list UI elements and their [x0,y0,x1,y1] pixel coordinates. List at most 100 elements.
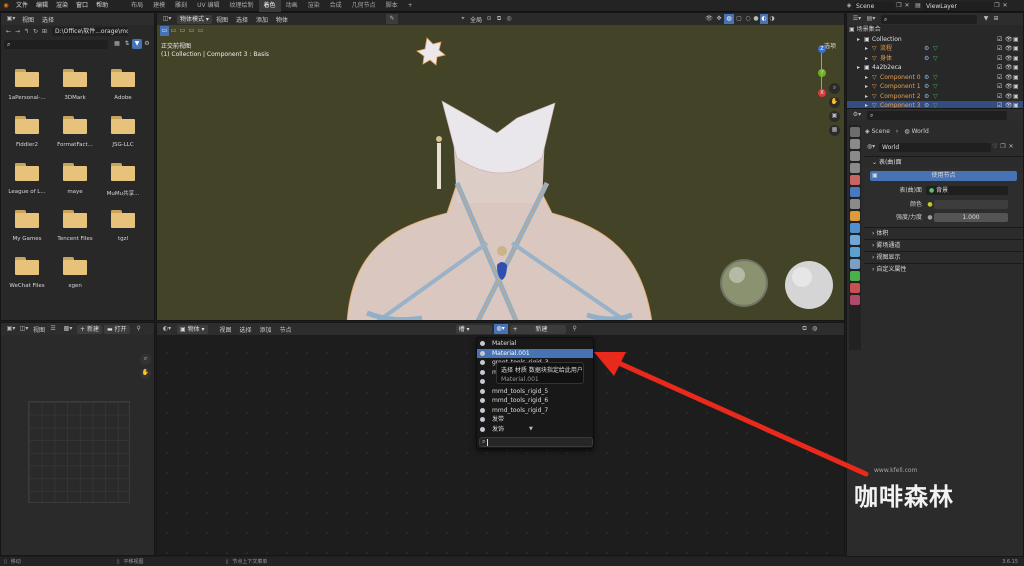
editor-type-icon[interactable]: ⚙▾ [850,110,864,120]
back-arrow-icon[interactable]: ← [4,27,13,37]
material-search-input[interactable]: ⌕ [479,437,593,447]
world-name-field[interactable]: World [879,142,991,152]
forward-arrow-icon[interactable]: → [13,27,22,37]
editor-type-icon[interactable]: ◐▾ [160,324,174,334]
eye-icon[interactable]: 👁 [1005,82,1013,92]
pin-icon[interactable]: ⚲ [570,324,580,334]
tab-texture-paint[interactable]: 纹理绘制 [225,0,259,12]
shader-type-selector[interactable]: ▣ 物体 ▾ [177,324,208,334]
slot-selector[interactable]: 槽 ▾ [455,324,492,334]
material-list-item[interactable]: Material [477,339,593,349]
close-icon[interactable]: ✕ [903,1,911,11]
expand-chevron-icon[interactable]: ▸ [865,44,872,54]
search-input[interactable]: ⌕ [4,39,108,49]
scene-collection-row[interactable]: ▣ 场景集合 [847,25,1023,35]
folder-item[interactable]: Tencent Files [49,210,101,242]
eye-icon[interactable]: 👁 [1005,35,1013,45]
menu-edit[interactable]: 编辑 [32,0,52,12]
refresh-icon[interactable]: ↻ [31,27,40,37]
eye-icon[interactable]: 👁 [1005,54,1013,64]
collection-tab-icon[interactable] [850,199,860,209]
editor-type-icon[interactable]: ▣▾ [4,324,18,334]
fake-user-icon[interactable]: ♡ [991,142,999,152]
copy-icon[interactable]: ❐ [895,1,903,11]
menu-file[interactable]: 文件 [12,0,32,12]
zoom-icon[interactable]: ⌕ [140,354,151,365]
camera-icon[interactable]: ▣ [1013,63,1021,73]
tab-scripting[interactable]: 脚本 [381,0,403,12]
material-list-item[interactable]: mmd_tools_rigid_6 [477,396,593,406]
outliner-row[interactable]: ▸ ▣ Collection ☑ 👁 ▣ [847,35,1023,45]
display-mode-icon[interactable]: ▦ [112,39,122,49]
property-section-header[interactable]: › 自定义属性 [864,263,1023,275]
world-icon[interactable]: ◍▾ [865,142,877,152]
material-list-item[interactable]: mmd_tools_rigid_7 [477,406,593,416]
new-folder-icon[interactable]: ⊞ [40,27,49,37]
color-socket-icon[interactable]: ● [926,200,934,210]
material-list-item[interactable]: 发带 [477,415,593,425]
pin-icon[interactable]: ⚲ [134,324,144,334]
pan-hand-icon[interactable]: ✋ [140,368,151,379]
expand-chevron-icon[interactable]: ▸ [857,63,864,73]
surface-shader-field[interactable]: ● 背景 [926,186,1008,195]
outliner-row[interactable]: ▸ ▣ 4a2b2eca ☑ 👁 ▣ [847,63,1023,73]
camera-icon[interactable]: ▣ [1013,54,1021,64]
outliner-row[interactable]: ▸ ▽ Component 2 ⚙ ▽ ☑ 👁 ▣ [847,92,1023,102]
world-tab-icon[interactable] [850,187,860,197]
modifier-tab-icon[interactable] [850,223,860,233]
constraint-tab-icon[interactable] [850,259,860,269]
surface-section-header[interactable]: ⌄ 表(曲)面 [864,156,1023,168]
outliner-row[interactable]: ▸ ▽ 身体 ⚙ ▽ ☑ 👁 ▣ [847,54,1023,64]
menu-view[interactable]: 视图 [216,325,236,334]
eye-icon[interactable]: 👁 [1005,92,1013,102]
folder-item[interactable]: My Games [1,210,53,242]
folder-item[interactable]: 1aPersonal-... [1,69,53,101]
checkbox-icon[interactable]: ☑ [997,35,1005,45]
parent-directory-icon[interactable]: ↰ [22,27,31,37]
expand-chevron-icon[interactable]: ▸ [865,73,872,83]
use-nodes-button[interactable]: ▣ 使用节点 [870,171,1017,181]
scroll-down-icon[interactable]: ▼ [529,426,533,432]
menu-icon[interactable]: ☰ [48,324,58,334]
tab-modeling[interactable]: 建模 [148,0,170,12]
expand-chevron-icon[interactable]: ▸ [857,35,864,45]
color-swatch[interactable] [934,200,1008,209]
eye-icon[interactable]: 👁 [1005,73,1013,83]
add-workspace-button[interactable]: + [403,0,418,12]
tab-animation[interactable]: 动画 [281,0,303,12]
folder-item[interactable]: Adobe [97,69,149,101]
value-socket-icon[interactable]: ● [926,213,934,223]
filter-icon[interactable]: ▼ [981,14,991,24]
close-icon[interactable]: ✕ [1007,142,1015,152]
new-collection-icon[interactable]: ⊞ [991,14,1001,24]
material-list-item[interactable]: 发饰 [477,425,593,435]
scene-selector[interactable]: Scene [853,1,895,11]
snap-icon[interactable]: ⧉ [800,324,810,334]
new-image-button[interactable]: + 新建 [77,324,102,334]
camera-icon[interactable]: ▣ [1013,82,1021,92]
eye-icon[interactable]: 👁 [1005,63,1013,73]
copy-icon[interactable]: ❐ [999,142,1007,152]
properties-search[interactable]: ⌕ [867,110,1007,120]
expand-chevron-icon[interactable]: ▸ [865,54,872,64]
open-image-button[interactable]: ▬ 打开 [103,324,130,334]
tab-layout[interactable]: 布局 [126,0,148,12]
new-material-button[interactable]: + 新建 [509,324,566,334]
data-tab-icon[interactable] [850,271,860,281]
menu-render[interactable]: 渲染 [52,0,72,12]
checkbox-icon[interactable]: ☑ [997,54,1005,64]
folder-item[interactable]: 3DMark [49,69,101,101]
property-section-header[interactable]: › 雾场通道 [864,239,1023,251]
tool-tab-icon[interactable] [850,127,860,137]
particles-tab-icon[interactable] [850,235,860,245]
eye-icon[interactable]: 👁 [1005,44,1013,54]
copy-icon[interactable]: ❐ [993,1,1001,11]
camera-icon[interactable]: ▣ [1013,92,1021,102]
folder-item[interactable]: MuMu共享... [97,163,149,197]
texture-tab-icon[interactable] [850,295,860,305]
sort-icon[interactable]: ⇅ [122,39,132,49]
editor-type-icon[interactable]: ▣▾ [4,14,18,24]
overlay-icon[interactable]: ◍ [810,324,820,334]
camera-icon[interactable]: ▣ [1013,35,1021,45]
tab-geometry-nodes[interactable]: 几何节点 [347,0,381,12]
